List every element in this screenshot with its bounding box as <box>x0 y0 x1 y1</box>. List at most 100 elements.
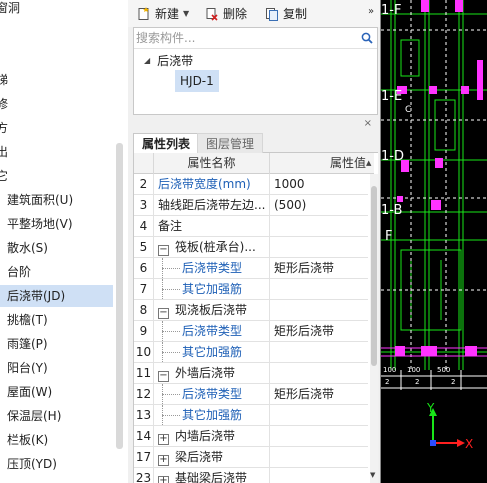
property-value <box>270 237 368 257</box>
collapse-icon[interactable]: − <box>158 308 169 319</box>
tab-layer-management[interactable]: 图层管理 <box>197 133 264 153</box>
properties-header-bar: × <box>133 118 378 132</box>
nav-item-parapet-panel[interactable]: 栏板(K) <box>0 429 113 451</box>
nav-item-other-1[interactable]: 出 <box>0 141 109 163</box>
collapse-triangle-icon[interactable]: ◢ <box>144 53 150 69</box>
grid-header: 属性名称 属性值 <box>134 153 374 174</box>
dimension-label: 2 <box>451 378 455 386</box>
new-button[interactable]: 新建 ▼ <box>137 4 189 24</box>
dimension-label: 100 <box>383 366 396 374</box>
nav-item-coping[interactable]: 压顶(YD) <box>0 453 113 475</box>
copy-button[interactable]: 复制 <box>265 4 307 24</box>
tree-node-hjd-1[interactable]: HJD-1 <box>175 70 219 92</box>
x-axis-label: X <box>465 437 473 451</box>
table-row[interactable]: 11 − 外墙后浇带 <box>134 363 368 384</box>
component-panel: 新建 ▼ 删除 复制 » ◢ 后浇带 HJD-1 <box>128 0 380 483</box>
property-value[interactable]: 矩形后浇带 <box>270 258 368 278</box>
property-group-name: − 现浇板后浇带 <box>154 300 270 320</box>
property-value[interactable] <box>270 405 368 425</box>
property-value[interactable]: (500) <box>270 195 368 215</box>
property-value[interactable]: 1000 <box>270 174 368 194</box>
component-nav: 窗洞 梯 修 方 出 它 建筑面积(U) 平整场地(V) 散水(S) 台阶 后浇… <box>0 0 128 483</box>
group-label: 梁后浇带 <box>175 450 224 464</box>
row-number: 12 <box>134 384 154 404</box>
table-row[interactable]: 5 − 筏板(桩承台)... <box>134 237 368 258</box>
table-row[interactable]: 2 后浇带宽度(mm) 1000 <box>134 174 368 195</box>
table-row[interactable]: 9 后浇带类型 矩形后浇带 <box>134 321 368 342</box>
nav-item-decoration[interactable]: 修 <box>0 93 109 115</box>
row-number: 17 <box>134 447 154 467</box>
property-name: 其它加强筋 <box>154 342 270 362</box>
table-row[interactable]: 8 − 现浇板后浇带 <box>134 300 368 321</box>
nav-item-insulation[interactable]: 保温层(H) <box>0 405 113 427</box>
nav-item-window-opening[interactable]: 窗洞 <box>0 0 109 19</box>
table-row[interactable]: 6 后浇带类型 矩形后浇带 <box>134 258 368 279</box>
nav-item-building-area[interactable]: 建筑面积(U) <box>0 189 113 211</box>
property-value[interactable]: 矩形后浇带 <box>270 384 368 404</box>
header-property-value[interactable]: 属性值 <box>270 153 374 174</box>
property-name: 后浇带类型 <box>154 321 270 341</box>
row-number: 14 <box>134 426 154 446</box>
scroll-down-arrow-icon[interactable]: ▼ <box>370 471 375 479</box>
search-box <box>134 28 377 49</box>
nav-item-balcony[interactable]: 阳台(Y) <box>0 357 113 379</box>
nav-scrollbar[interactable] <box>116 143 123 449</box>
table-row[interactable]: 10 其它加强筋 <box>134 342 368 363</box>
property-grid: 属性名称 属性值 ▲ 2 后浇带宽度(mm) 1000 3 轴线距后浇带左边..… <box>133 153 378 483</box>
ucs-axis-icon: Y X <box>426 401 473 451</box>
expand-icon[interactable]: + <box>158 434 169 445</box>
header-property-name[interactable]: 属性名称 <box>154 153 270 174</box>
scroll-up-arrow-icon[interactable]: ▲ <box>366 159 371 167</box>
property-value[interactable] <box>270 216 368 236</box>
property-name: 备注 <box>154 216 270 236</box>
nav-item-roof[interactable]: 屋面(W) <box>0 381 113 403</box>
grid-label: 1-B <box>381 203 402 218</box>
collapse-icon[interactable]: − <box>158 245 169 256</box>
table-row[interactable]: 13 其它加强筋 <box>134 405 368 426</box>
nav-item-stairs[interactable]: 梯 <box>0 69 109 91</box>
table-row[interactable]: 3 轴线距后浇带左边... (500) <box>134 195 368 216</box>
nav-item-eaves[interactable]: 挑檐(T) <box>0 309 113 331</box>
close-icon[interactable]: × <box>364 118 372 129</box>
nav-item-steps[interactable]: 台阶 <box>0 261 113 283</box>
nav-item-apron[interactable]: 散水(S) <box>0 237 113 259</box>
tab-property-list[interactable]: 属性列表 <box>133 133 200 154</box>
search-input[interactable] <box>136 30 356 46</box>
cad-drawing-canvas[interactable]: 1-F 1-E 1-D 1-B F C 100 100 500 2 2 2 Y … <box>381 0 487 483</box>
property-value[interactable]: 矩形后浇带 <box>270 321 368 341</box>
dropdown-arrow-icon[interactable]: ▼ <box>183 4 189 24</box>
table-row[interactable]: 17 + 梁后浇带 <box>134 447 368 468</box>
nav-item-site-leveling[interactable]: 平整场地(V) <box>0 213 113 235</box>
properties-tabs: 属性列表 图层管理 <box>133 133 378 154</box>
nav-item-post-pour-strip[interactable]: 后浇带(JD) <box>0 285 113 307</box>
toolbar-overflow-button[interactable]: » <box>368 6 374 17</box>
table-row[interactable]: 23 + 基础梁后浇带 <box>134 468 368 483</box>
table-row[interactable]: 7 其它加强筋 <box>134 279 368 300</box>
property-value[interactable] <box>270 279 368 299</box>
expand-icon[interactable]: + <box>158 455 169 466</box>
grid-label: C <box>405 105 411 115</box>
expand-icon[interactable]: + <box>158 476 169 483</box>
property-value <box>270 468 368 483</box>
grid-label: 1-D <box>381 149 404 164</box>
search-icon[interactable] <box>361 32 373 44</box>
table-row[interactable]: 4 备注 <box>134 216 368 237</box>
new-button-label: 新建 <box>155 7 180 21</box>
delete-button-label: 删除 <box>223 7 248 21</box>
row-number: 23 <box>134 468 154 483</box>
property-value[interactable] <box>270 342 368 362</box>
nav-item-canopy[interactable]: 雨篷(P) <box>0 333 113 355</box>
tree-node-label: 后浇带 <box>157 54 194 68</box>
tree-node-post-pour-strip[interactable]: ◢ 后浇带 <box>144 53 193 69</box>
collapse-icon[interactable]: − <box>158 371 169 382</box>
table-row[interactable]: 12 后浇带类型 矩形后浇带 <box>134 384 368 405</box>
table-row[interactable]: 14 + 内墙后浇带 <box>134 426 368 447</box>
property-name: 轴线距后浇带左边... <box>154 195 270 215</box>
property-name: 后浇带类型 <box>154 384 270 404</box>
nav-item-other[interactable]: 它 <box>0 165 109 187</box>
group-label: 筏板(桩承台)... <box>175 240 256 254</box>
grid-scrollbar-thumb[interactable] <box>371 186 377 366</box>
row-number: 13 <box>134 405 154 425</box>
nav-item-earthwork[interactable]: 方 <box>0 117 109 139</box>
delete-button[interactable]: 删除 <box>205 4 247 24</box>
